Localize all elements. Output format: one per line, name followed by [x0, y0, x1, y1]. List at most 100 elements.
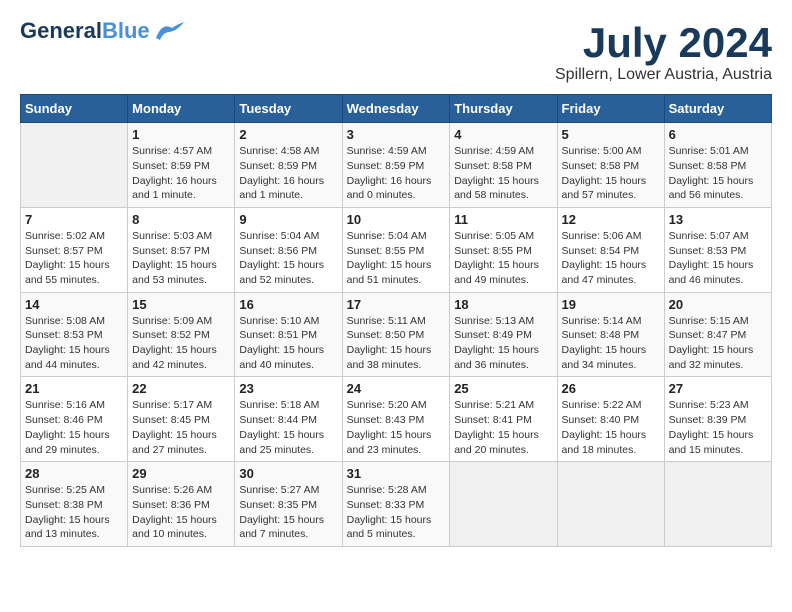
logo: GeneralBlue: [20, 20, 186, 42]
day-number: 6: [669, 127, 767, 142]
day-number: 19: [562, 297, 660, 312]
day-info: Sunrise: 5:10 AMSunset: 8:51 PMDaylight:…: [239, 314, 337, 373]
day-number: 18: [454, 297, 552, 312]
day-number: 23: [239, 381, 337, 396]
location-title: Spillern, Lower Austria, Austria: [555, 66, 772, 84]
day-info: Sunrise: 5:15 AMSunset: 8:47 PMDaylight:…: [669, 314, 767, 373]
day-info: Sunrise: 4:59 AMSunset: 8:59 PMDaylight:…: [347, 144, 446, 203]
calendar-cell: 27Sunrise: 5:23 AMSunset: 8:39 PMDayligh…: [664, 377, 771, 462]
day-info: Sunrise: 5:18 AMSunset: 8:44 PMDaylight:…: [239, 398, 337, 457]
day-number: 17: [347, 297, 446, 312]
day-number: 26: [562, 381, 660, 396]
day-number: 8: [132, 212, 230, 227]
day-info: Sunrise: 5:11 AMSunset: 8:50 PMDaylight:…: [347, 314, 446, 373]
calendar-cell: 29 Sunrise: 5:26 AMSunset: 8:36 PMDayligh…: [128, 462, 235, 547]
calendar-cell: 16 Sunrise: 5:10 AMSunset: 8:51 PMDayligh…: [235, 292, 342, 377]
calendar-cell: [664, 462, 771, 547]
calendar-cell: 18 Sunrise: 5:13 AMSunset: 8:49 PMDayligh…: [450, 292, 557, 377]
day-info: Sunrise: 5:28 AMSunset: 8:33 PMDaylight:…: [347, 483, 446, 542]
calendar-cell: 10 Sunrise: 5:04 AMSunset: 8:55 PMDayligh…: [342, 207, 450, 292]
calendar-cell: 9 Sunrise: 5:04 AMSunset: 8:56 PMDaylight…: [235, 207, 342, 292]
day-number: 15: [132, 297, 230, 312]
calendar-table: SundayMondayTuesdayWednesdayThursdayFrid…: [20, 94, 772, 547]
calendar-cell: 19Sunrise: 5:14 AMSunset: 8:48 PMDayligh…: [557, 292, 664, 377]
calendar-cell: [21, 123, 128, 208]
calendar-cell: 21Sunrise: 5:16 AMSunset: 8:46 PMDayligh…: [21, 377, 128, 462]
day-info: Sunrise: 5:02 AMSunset: 8:57 PMDaylight:…: [25, 229, 123, 288]
day-info: Sunrise: 4:57 AMSunset: 8:59 PMDaylight:…: [132, 144, 230, 203]
calendar-cell: 31 Sunrise: 5:28 AMSunset: 8:33 PMDayligh…: [342, 462, 450, 547]
day-number: 7: [25, 212, 123, 227]
day-number: 30: [239, 466, 337, 481]
calendar-cell: 15 Sunrise: 5:09 AMSunset: 8:52 PMDayligh…: [128, 292, 235, 377]
calendar-cell: 2 Sunrise: 4:58 AMSunset: 8:59 PMDaylight…: [235, 123, 342, 208]
calendar-week-3: 14 Sunrise: 5:08 AMSunset: 8:53 PMDayligh…: [21, 292, 772, 377]
day-info: Sunrise: 5:17 AMSunset: 8:45 PMDaylight:…: [132, 398, 230, 457]
day-number: 2: [239, 127, 337, 142]
calendar-cell: 6 Sunrise: 5:01 AMSunset: 8:58 PMDaylight…: [664, 123, 771, 208]
day-info: Sunrise: 5:01 AMSunset: 8:58 PMDaylight:…: [669, 144, 767, 203]
calendar-cell: 8 Sunrise: 5:03 AMSunset: 8:57 PMDaylight…: [128, 207, 235, 292]
calendar-cell: 1 Sunrise: 4:57 AMSunset: 8:59 PMDaylight…: [128, 123, 235, 208]
calendar-cell: 24 Sunrise: 5:20 AMSunset: 8:43 PMDayligh…: [342, 377, 450, 462]
day-info: Sunrise: 5:27 AMSunset: 8:35 PMDaylight:…: [239, 483, 337, 542]
day-info: Sunrise: 5:09 AMSunset: 8:52 PMDaylight:…: [132, 314, 230, 373]
calendar-cell: 22 Sunrise: 5:17 AMSunset: 8:45 PMDayligh…: [128, 377, 235, 462]
day-number: 25: [454, 381, 552, 396]
day-number: 3: [347, 127, 446, 142]
day-info: Sunrise: 5:06 AMSunset: 8:54 PMDaylight:…: [562, 229, 660, 288]
calendar-cell: 28Sunrise: 5:25 AMSunset: 8:38 PMDayligh…: [21, 462, 128, 547]
calendar-cell: 25 Sunrise: 5:21 AMSunset: 8:41 PMDayligh…: [450, 377, 557, 462]
day-info: Sunrise: 5:04 AMSunset: 8:56 PMDaylight:…: [239, 229, 337, 288]
day-number: 10: [347, 212, 446, 227]
day-number: 16: [239, 297, 337, 312]
day-number: 20: [669, 297, 767, 312]
weekday-header-sunday: Sunday: [21, 95, 128, 123]
day-number: 28: [25, 466, 123, 481]
calendar-week-1: 1 Sunrise: 4:57 AMSunset: 8:59 PMDaylight…: [21, 123, 772, 208]
calendar-cell: 12Sunrise: 5:06 AMSunset: 8:54 PMDayligh…: [557, 207, 664, 292]
calendar-week-5: 28Sunrise: 5:25 AMSunset: 8:38 PMDayligh…: [21, 462, 772, 547]
day-info: Sunrise: 4:58 AMSunset: 8:59 PMDaylight:…: [239, 144, 337, 203]
month-title: July 2024: [555, 20, 772, 66]
day-number: 4: [454, 127, 552, 142]
weekday-header-row: SundayMondayTuesdayWednesdayThursdayFrid…: [21, 95, 772, 123]
title-block: July 2024 Spillern, Lower Austria, Austr…: [555, 20, 772, 84]
calendar-week-4: 21Sunrise: 5:16 AMSunset: 8:46 PMDayligh…: [21, 377, 772, 462]
weekday-header-monday: Monday: [128, 95, 235, 123]
day-number: 14: [25, 297, 123, 312]
logo-general: GeneralBlue: [20, 20, 150, 42]
calendar-cell: 26Sunrise: 5:22 AMSunset: 8:40 PMDayligh…: [557, 377, 664, 462]
day-number: 5: [562, 127, 660, 142]
day-info: Sunrise: 5:07 AMSunset: 8:53 PMDaylight:…: [669, 229, 767, 288]
day-number: 21: [25, 381, 123, 396]
day-info: Sunrise: 5:26 AMSunset: 8:36 PMDaylight:…: [132, 483, 230, 542]
day-info: Sunrise: 4:59 AMSunset: 8:58 PMDaylight:…: [454, 144, 552, 203]
day-number: 29: [132, 466, 230, 481]
calendar-cell: [450, 462, 557, 547]
day-info: Sunrise: 5:08 AMSunset: 8:53 PMDaylight:…: [25, 314, 123, 373]
page-header: GeneralBlue July 2024 Spillern, Lower Au…: [20, 20, 772, 84]
calendar-cell: 11Sunrise: 5:05 AMSunset: 8:55 PMDayligh…: [450, 207, 557, 292]
day-info: Sunrise: 5:23 AMSunset: 8:39 PMDaylight:…: [669, 398, 767, 457]
calendar-cell: 13Sunrise: 5:07 AMSunset: 8:53 PMDayligh…: [664, 207, 771, 292]
weekday-header-tuesday: Tuesday: [235, 95, 342, 123]
day-info: Sunrise: 5:04 AMSunset: 8:55 PMDaylight:…: [347, 229, 446, 288]
day-number: 9: [239, 212, 337, 227]
day-number: 22: [132, 381, 230, 396]
weekday-header-saturday: Saturday: [664, 95, 771, 123]
day-number: 31: [347, 466, 446, 481]
weekday-header-thursday: Thursday: [450, 95, 557, 123]
day-number: 1: [132, 127, 230, 142]
day-info: Sunrise: 5:03 AMSunset: 8:57 PMDaylight:…: [132, 229, 230, 288]
day-number: 24: [347, 381, 446, 396]
calendar-cell: [557, 462, 664, 547]
calendar-week-2: 7 Sunrise: 5:02 AMSunset: 8:57 PMDaylight…: [21, 207, 772, 292]
calendar-cell: 7 Sunrise: 5:02 AMSunset: 8:57 PMDaylight…: [21, 207, 128, 292]
day-info: Sunrise: 5:21 AMSunset: 8:41 PMDaylight:…: [454, 398, 552, 457]
weekday-header-friday: Friday: [557, 95, 664, 123]
day-info: Sunrise: 5:13 AMSunset: 8:49 PMDaylight:…: [454, 314, 552, 373]
calendar-cell: 14 Sunrise: 5:08 AMSunset: 8:53 PMDayligh…: [21, 292, 128, 377]
day-info: Sunrise: 5:20 AMSunset: 8:43 PMDaylight:…: [347, 398, 446, 457]
calendar-cell: 3 Sunrise: 4:59 AMSunset: 8:59 PMDaylight…: [342, 123, 450, 208]
